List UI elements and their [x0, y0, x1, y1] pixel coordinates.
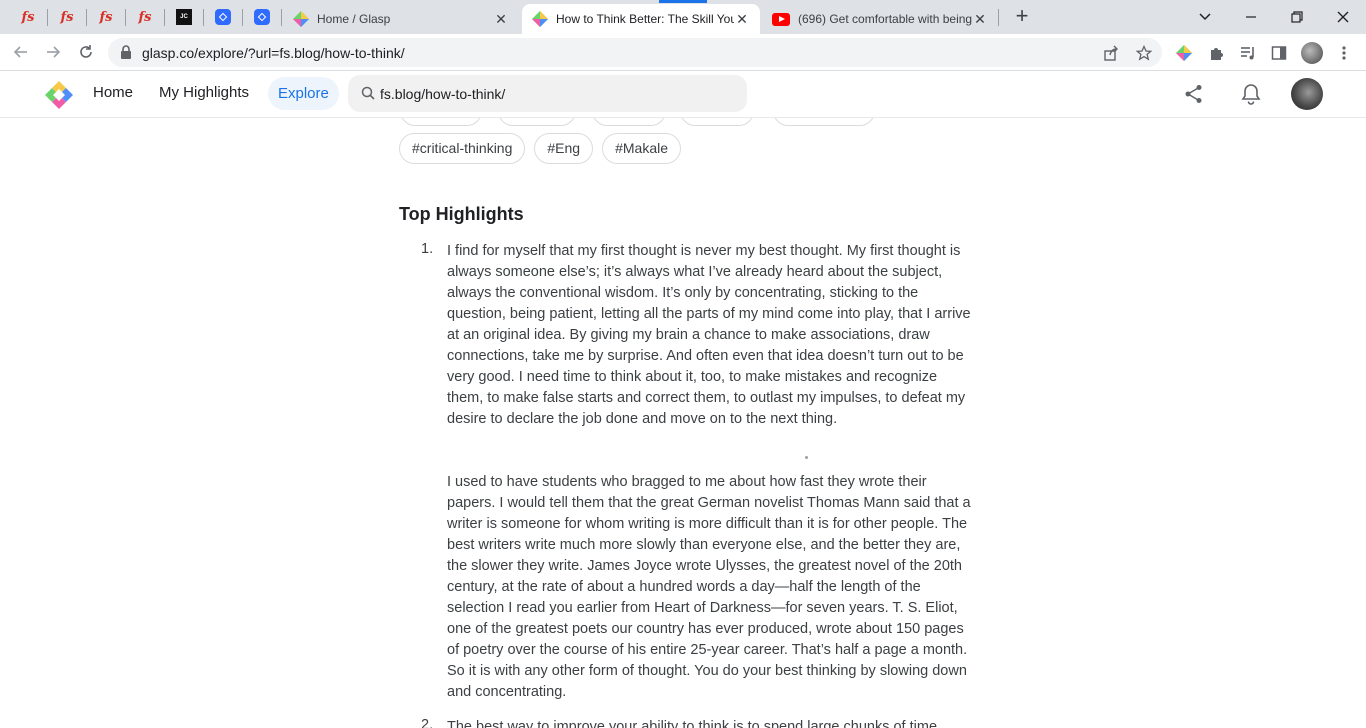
pinned-tab-blue[interactable] [205, 4, 241, 30]
url-text[interactable]: glasp.co/explore/?url=fs.blog/how-to-thi… [142, 45, 405, 61]
tab-separator [998, 9, 999, 26]
section-title: Top Highlights [399, 204, 524, 224]
close-window-icon[interactable] [1330, 4, 1356, 30]
close-icon[interactable]: ✕ [734, 11, 750, 27]
notification-bell-icon[interactable] [1240, 83, 1262, 105]
tab-youtube[interactable]: (696) Get comfortable with being ✕ [762, 4, 998, 34]
highlight-number: 2. [421, 717, 434, 728]
share-icon[interactable] [1101, 43, 1121, 63]
search-bar [348, 75, 747, 112]
pinned-tab-fs[interactable]: fs [88, 4, 124, 30]
divider-dot [805, 456, 808, 459]
bookmark-star-icon[interactable] [1134, 43, 1154, 63]
blue-diamond-favicon-icon [215, 9, 231, 25]
tab-title: Home / Glasp [317, 12, 391, 26]
fs-favicon-icon: fs [138, 9, 152, 25]
browser-toolbar: glasp.co/explore/?url=fs.blog/how-to-thi… [0, 34, 1366, 71]
tag-eng[interactable]: #Eng [534, 133, 594, 164]
share-icon[interactable] [1183, 83, 1205, 105]
tag-critical-thinking[interactable]: #critical-thinking [399, 133, 526, 164]
pinned-tab-fs[interactable]: fs [127, 4, 163, 30]
address-bar[interactable]: glasp.co/explore/?url=fs.blog/how-to-thi… [108, 38, 1162, 67]
highlight-number: 1. [421, 241, 434, 257]
tag-makale[interactable]: #Makale [602, 133, 681, 164]
highlight-paragraph: I find for myself that my first thought … [447, 243, 971, 427]
tag-partial[interactable] [498, 118, 576, 126]
browser-tab-strip: fs fs fs fs JC Home / Glasp ✕ How to Thi… [0, 0, 1366, 34]
glasp-logo-icon[interactable] [44, 80, 74, 110]
tag-partial[interactable] [400, 118, 482, 126]
glasp-extension-icon[interactable] [1174, 43, 1194, 63]
tab-separator [125, 9, 126, 26]
app-header: Home My Highlights Explore [0, 71, 1366, 118]
nav-my-highlights[interactable]: My Highlights [159, 84, 249, 101]
tag-partial[interactable] [680, 118, 754, 126]
fs-favicon-icon: fs [60, 9, 74, 25]
fs-favicon-icon: fs [21, 9, 35, 25]
back-arrow-icon[interactable] [8, 39, 34, 65]
tab-separator [281, 9, 282, 26]
search-icon [361, 86, 375, 100]
tab-search-chevron-icon[interactable] [1192, 4, 1218, 30]
tab-loading-indicator [659, 0, 707, 3]
youtube-favicon-icon [772, 12, 790, 26]
tab-title: How to Think Better: The Skill You [556, 12, 734, 26]
tab-separator [164, 9, 165, 26]
pinned-tab-blue[interactable] [244, 4, 280, 30]
user-avatar[interactable] [1291, 78, 1323, 110]
search-input[interactable] [380, 75, 730, 112]
blue-diamond-favicon-icon [254, 9, 270, 25]
restore-icon[interactable] [1284, 4, 1310, 30]
tag-partial[interactable] [592, 118, 666, 126]
tab-separator [242, 9, 243, 26]
tab-separator [203, 9, 204, 26]
glasp-favicon-icon [293, 11, 309, 27]
pinned-tab-jc[interactable]: JC [166, 4, 202, 30]
new-tab-button[interactable]: + [1011, 5, 1033, 28]
highlight-paragraph: I used to have students who bragged to m… [447, 474, 971, 700]
jc-favicon-icon: JC [176, 9, 192, 25]
tab-separator [47, 9, 48, 26]
close-icon[interactable]: ✕ [972, 11, 988, 27]
close-icon[interactable]: ✕ [493, 11, 509, 27]
forward-arrow-icon[interactable] [40, 39, 66, 65]
fs-favicon-icon: fs [99, 9, 113, 25]
side-panel-icon[interactable] [1269, 43, 1289, 63]
tab-separator [86, 9, 87, 26]
browser-profile-avatar[interactable] [1301, 42, 1323, 64]
tag-partial[interactable] [773, 118, 875, 126]
extensions-puzzle-icon[interactable] [1206, 43, 1226, 63]
tags-row-clipped [400, 118, 880, 126]
lock-icon[interactable] [120, 45, 132, 59]
more-menu-icon[interactable] [1334, 43, 1354, 63]
tab-home-glasp[interactable]: Home / Glasp ✕ [283, 4, 519, 34]
reload-icon[interactable] [73, 39, 99, 65]
pinned-tab-fs[interactable]: fs [10, 4, 46, 30]
glasp-favicon-icon [532, 11, 548, 27]
nav-home[interactable]: Home [93, 84, 133, 101]
tag-list: #critical-thinking #Eng #Makale [399, 133, 681, 164]
media-control-icon[interactable] [1238, 43, 1258, 63]
tab-how-to-think[interactable]: How to Think Better: The Skill You ✕ [522, 4, 760, 34]
tab-title: (696) Get comfortable with being [798, 12, 972, 26]
nav-explore[interactable]: Explore [268, 77, 339, 110]
highlight-paragraph: The best way to improve your ability to … [447, 719, 938, 728]
pinned-tab-fs[interactable]: fs [49, 4, 85, 30]
minimize-icon[interactable] [1238, 4, 1264, 30]
